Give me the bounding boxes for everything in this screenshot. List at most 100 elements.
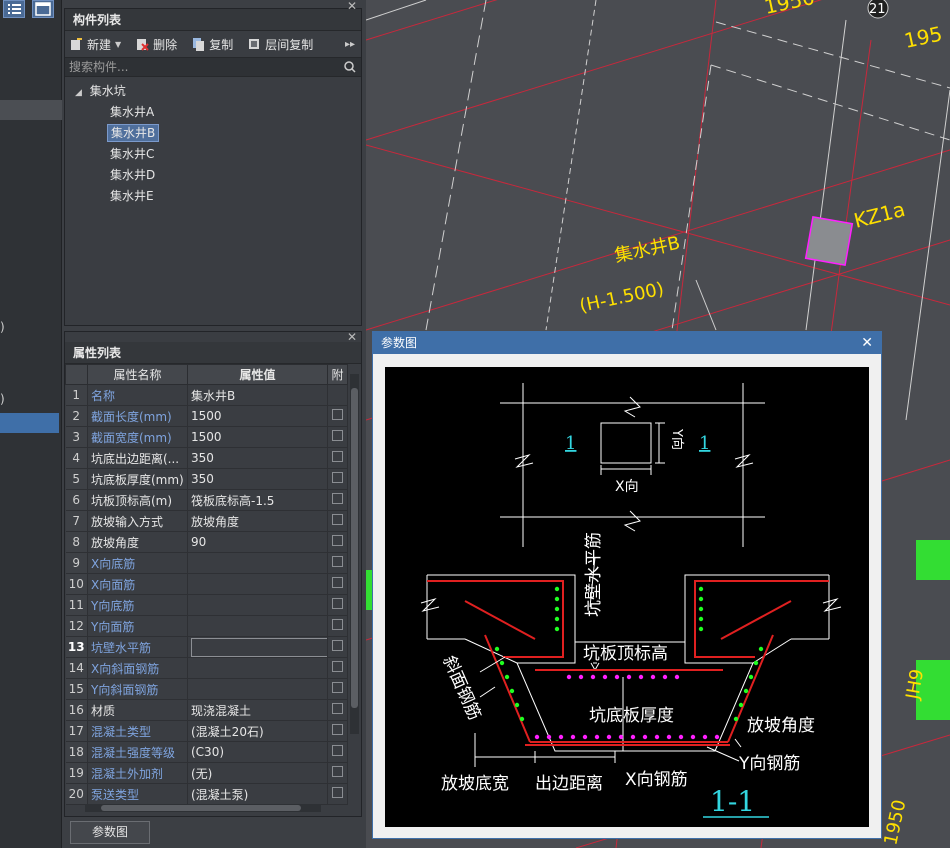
property-value-cell[interactable]: 350 <box>187 447 328 469</box>
attach-cell[interactable] <box>327 489 348 511</box>
property-row[interactable]: 7 放坡输入方式 放坡角度 <box>65 510 348 532</box>
attach-cell[interactable] <box>327 615 348 637</box>
tree-root-sump[interactable]: ◢ 集水坑 <box>65 81 361 102</box>
attach-checkbox[interactable] <box>332 535 343 546</box>
attach-checkbox[interactable] <box>332 703 343 714</box>
property-row[interactable]: 18 混凝土强度等级 (C30) <box>65 741 348 763</box>
property-row[interactable]: 13 坑壁水平筋 <box>65 636 348 658</box>
attach-cell[interactable] <box>327 720 348 742</box>
attach-cell[interactable] <box>327 699 348 721</box>
property-row[interactable]: 14 X向斜面钢筋 <box>65 657 348 679</box>
property-row[interactable]: 16 材质 现浇混凝土 <box>65 699 348 721</box>
attach-checkbox[interactable] <box>332 682 343 693</box>
attach-cell[interactable] <box>327 783 348 805</box>
property-value-cell[interactable] <box>187 657 328 679</box>
attach-cell[interactable] <box>327 405 348 427</box>
parameter-diagram-button[interactable]: 参数图 <box>70 821 150 844</box>
attach-checkbox[interactable] <box>332 577 343 588</box>
attach-checkbox[interactable] <box>332 598 343 609</box>
attach-cell[interactable] <box>327 468 348 490</box>
layout-view-button[interactable] <box>32 0 54 18</box>
floor-copy-button[interactable]: 层间复制 <box>247 36 313 53</box>
property-row[interactable]: 8 放坡角度 90 <box>65 531 348 553</box>
tree-item[interactable]: 集水井A <box>65 102 361 123</box>
property-row[interactable]: 19 混凝土外加剂 (无) <box>65 762 348 784</box>
attach-checkbox[interactable] <box>332 787 343 798</box>
property-horizontal-scrollbar[interactable] <box>85 804 321 812</box>
attach-cell[interactable] <box>327 657 348 679</box>
property-value-cell[interactable] <box>187 615 328 637</box>
property-value-cell[interactable]: (混凝土泵) <box>187 783 328 805</box>
property-value-cell[interactable]: 集水井B <box>187 384 328 406</box>
attach-checkbox[interactable] <box>332 430 343 441</box>
tree-collapse-icon[interactable]: ◢ <box>75 88 82 98</box>
panel-close-icon[interactable]: ✕ <box>347 0 357 13</box>
property-row[interactable]: 20 泵送类型 (混凝土泵) <box>65 783 348 805</box>
property-value-cell[interactable] <box>187 678 328 700</box>
tree-item[interactable]: 集水井E <box>65 186 361 207</box>
attach-cell[interactable] <box>327 384 348 406</box>
attach-checkbox[interactable] <box>332 619 343 630</box>
property-value-cell[interactable] <box>187 573 328 595</box>
column-header-name[interactable]: 属性名称 <box>87 364 188 385</box>
property-row[interactable]: 5 坑底板厚度(mm) 350 <box>65 468 348 490</box>
property-row[interactable]: 10 X向面筋 <box>65 573 348 595</box>
attach-cell[interactable] <box>327 636 348 658</box>
attach-cell[interactable] <box>327 447 348 469</box>
new-button[interactable]: 新建 ▼ <box>69 36 121 53</box>
attach-checkbox[interactable] <box>332 451 343 462</box>
property-row[interactable]: 9 X向底筋 <box>65 552 348 574</box>
property-value-cell[interactable]: (C30) <box>187 741 328 763</box>
attach-checkbox[interactable] <box>332 514 343 525</box>
property-value-cell[interactable] <box>187 594 328 616</box>
property-value-cell[interactable]: 现浇混凝土 <box>187 699 328 721</box>
scroll-thumb[interactable] <box>351 388 358 708</box>
attach-checkbox[interactable] <box>332 640 343 651</box>
attach-cell[interactable] <box>327 552 348 574</box>
search-input[interactable] <box>65 58 361 76</box>
attach-checkbox[interactable] <box>332 661 343 672</box>
property-row[interactable]: 11 Y向底筋 <box>65 594 348 616</box>
strip-row-selected[interactable] <box>0 413 59 433</box>
property-row[interactable]: 3 截面宽度(mm) 1500 <box>65 426 348 448</box>
attach-checkbox[interactable] <box>332 766 343 777</box>
property-row[interactable]: 12 Y向面筋 <box>65 615 348 637</box>
property-row[interactable]: 4 坑底出边距离(... 350 <box>65 447 348 469</box>
dialog-close-icon[interactable]: ✕ <box>861 332 873 354</box>
attach-cell[interactable] <box>327 426 348 448</box>
chevron-down-icon[interactable]: ▼ <box>115 40 121 49</box>
property-value-cell[interactable]: 筏板底标高-1.5 <box>187 489 328 511</box>
attach-cell[interactable] <box>327 594 348 616</box>
property-value-cell[interactable]: (无) <box>187 762 328 784</box>
attach-cell[interactable] <box>327 573 348 595</box>
toolbar-overflow-icon[interactable]: ▸▸ <box>345 39 355 50</box>
property-value-cell[interactable]: 放坡角度 <box>187 510 328 532</box>
property-row[interactable]: 15 Y向斜面钢筋 <box>65 678 348 700</box>
property-value-cell[interactable] <box>187 636 328 658</box>
tree-item[interactable]: 集水井D <box>65 165 361 186</box>
property-value-cell[interactable]: 90 <box>187 531 328 553</box>
attach-cell[interactable] <box>327 741 348 763</box>
attach-cell[interactable] <box>327 510 348 532</box>
property-row[interactable]: 6 坑板顶标高(m) 筏板底标高-1.5 <box>65 489 348 511</box>
column-block[interactable] <box>804 215 854 267</box>
attach-cell[interactable] <box>327 762 348 784</box>
property-vertical-scrollbar[interactable] <box>350 374 359 734</box>
attach-checkbox[interactable] <box>332 472 343 483</box>
copy-button[interactable]: 复制 <box>191 36 233 53</box>
attach-checkbox[interactable] <box>332 409 343 420</box>
tree-item-selected[interactable]: 集水井B <box>65 123 361 144</box>
column-header-value[interactable]: 属性值 <box>187 364 328 385</box>
scroll-thumb[interactable] <box>101 805 301 811</box>
attach-cell[interactable] <box>327 531 348 553</box>
property-value-cell[interactable]: 1500 <box>187 405 328 427</box>
attach-checkbox[interactable] <box>332 724 343 735</box>
property-row[interactable]: 1 名称 集水井B <box>65 384 348 406</box>
tree-item[interactable]: 集水井C <box>65 144 361 165</box>
attach-cell[interactable] <box>327 678 348 700</box>
property-value-cell[interactable] <box>187 552 328 574</box>
column-header-attach[interactable]: 附 <box>327 364 348 385</box>
property-value-editor[interactable] <box>191 637 327 657</box>
panel-close-icon[interactable]: ✕ <box>347 330 357 344</box>
property-value-cell[interactable]: 350 <box>187 468 328 490</box>
